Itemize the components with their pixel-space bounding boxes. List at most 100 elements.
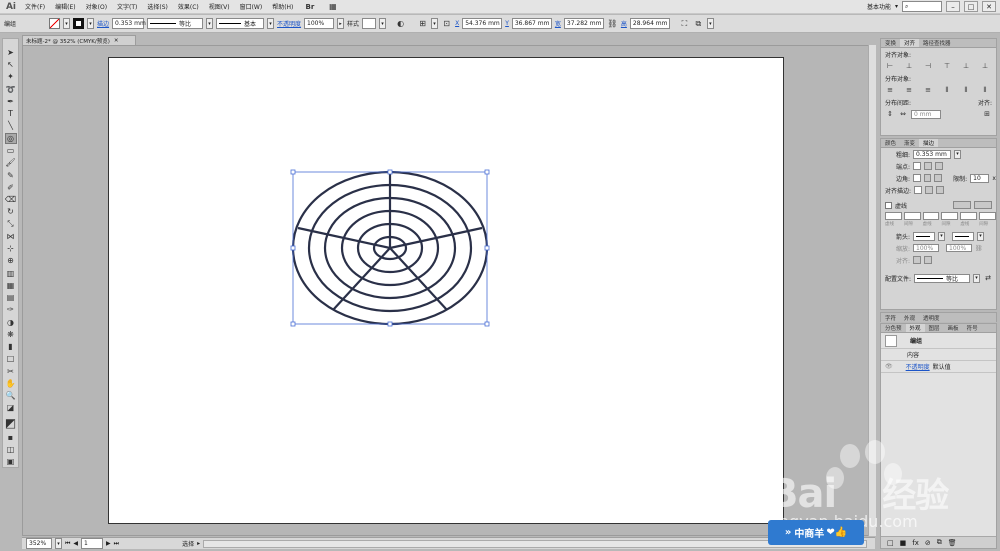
workspace-dropdown-icon[interactable]: ▾ (895, 3, 898, 10)
tab-character[interactable]: 字符 (881, 313, 900, 322)
hand-tool-icon[interactable]: ✋ (5, 378, 17, 389)
gradient-tool-icon[interactable]: ▤ (5, 292, 17, 303)
screen-mode-icon[interactable]: ▣ (5, 456, 17, 467)
distribute-top-icon[interactable]: ≡ (885, 85, 895, 95)
arrow-scale-start[interactable]: 100% (913, 244, 940, 252)
slice-tool-icon[interactable]: ✂ (5, 366, 17, 377)
menu-help[interactable]: 帮助(H) (267, 2, 298, 11)
profile-field[interactable]: 等比 (914, 273, 971, 283)
weight-dropdown-icon[interactable]: ▾ (954, 149, 962, 159)
minimize-button[interactable]: – (946, 1, 960, 12)
paintbrush-tool-icon[interactable]: 🖌 (5, 158, 17, 169)
direct-selection-tool-icon[interactable]: ↖ (5, 59, 17, 70)
align-to-selection-icon[interactable]: ⊞ (982, 109, 992, 119)
pen-tool-icon[interactable]: ✒ (5, 96, 17, 107)
dash-field-1[interactable] (885, 211, 902, 220)
graphic-style-swatch[interactable] (362, 18, 377, 29)
align-right-icon[interactable]: ⊣ (923, 61, 933, 71)
align-stroke-center-icon[interactable] (914, 186, 923, 194)
maximize-button[interactable]: □ (964, 1, 978, 12)
align-dropdown-icon[interactable]: ▾ (431, 18, 439, 29)
projecting-cap-icon[interactable] (935, 162, 944, 170)
tab-symbols[interactable]: 符号 (963, 324, 982, 332)
miter-join-icon[interactable] (913, 174, 921, 182)
link-proportions-icon[interactable]: ⛓ (607, 18, 618, 29)
arrowhead-end-dropdown-icon[interactable]: ▾ (977, 231, 985, 241)
dash-align-icon[interactable] (974, 201, 992, 209)
stroke-label-link[interactable]: 描边 (97, 19, 109, 28)
last-artboard-icon[interactable]: ⏭ (114, 540, 119, 548)
opacity-label-link[interactable]: 不透明度 (277, 19, 301, 28)
search-field[interactable]: ⌕ (902, 1, 942, 12)
tab-separations-preview[interactable]: 分色预 (881, 324, 906, 332)
artboard-number-field[interactable]: 1 (81, 538, 104, 549)
tab-appearance[interactable]: 外观 (905, 324, 925, 332)
type-tool-icon[interactable]: T (5, 108, 17, 119)
menu-file[interactable]: 文件(F) (20, 2, 50, 11)
round-cap-icon[interactable] (924, 162, 933, 170)
brush-dropdown-icon[interactable]: ▾ (267, 18, 275, 29)
opacity-field[interactable]: 100% (304, 18, 335, 29)
brush-definition[interactable]: 基本 (216, 18, 265, 29)
mesh-tool-icon[interactable]: ▦ (5, 280, 17, 291)
align-options-icon[interactable]: ⊞ (417, 18, 428, 29)
close-button[interactable]: ✕ (982, 1, 996, 12)
document-tab[interactable]: 未标题-2* @ 352% (CMYK/预览) ✕ (22, 35, 136, 45)
scale-tool-icon[interactable]: ⤡ (5, 219, 17, 230)
color-mode-icons[interactable]: ▪ (5, 432, 17, 443)
tab-transform[interactable]: 变换 (881, 39, 900, 47)
arrange-documents-icon[interactable]: ▦ (327, 1, 338, 12)
variable-width-profile[interactable]: 等比 (147, 18, 204, 29)
symbol-sprayer-tool-icon[interactable]: ❋ (5, 329, 17, 340)
align-stroke-outside-icon[interactable] (936, 186, 945, 194)
dash-preserve-icon[interactable] (953, 201, 971, 209)
tab-layers[interactable]: 图层 (925, 324, 944, 332)
first-artboard-icon[interactable]: ⏮ (65, 540, 70, 548)
width-field[interactable]: 37.282 mm (563, 18, 604, 29)
status-menu-icon[interactable]: ▸ (197, 540, 200, 547)
gap-field-2[interactable] (941, 211, 959, 220)
gap-field-1[interactable] (903, 211, 921, 220)
arrowhead-end[interactable] (952, 231, 975, 241)
menu-view[interactable]: 视图(V) (204, 2, 235, 11)
y-label[interactable]: Y (505, 20, 509, 27)
spacing-field[interactable]: 0 mm (911, 109, 941, 119)
menu-object[interactable]: 对象(O) (81, 2, 112, 11)
fill-dropdown-icon[interactable]: ▾ (63, 18, 71, 29)
perspective-grid-tool-icon[interactable]: ▥ (5, 268, 17, 279)
tab-stroke[interactable]: 描边 (919, 139, 939, 147)
align-bottom-icon[interactable]: ⊥ (980, 61, 990, 71)
align-hcenter-icon[interactable]: ⊥ (904, 61, 914, 71)
profile-dropdown-icon[interactable]: ▾ (206, 18, 214, 29)
arrowhead-start-dropdown-icon[interactable]: ▾ (938, 231, 946, 241)
eraser-tool-icon[interactable]: ⌫ (5, 194, 17, 205)
distribute-right-icon[interactable]: ⫴ (980, 85, 990, 95)
dashed-checkbox[interactable] (885, 201, 892, 209)
align-left-icon[interactable]: ⊢ (885, 61, 895, 71)
reference-point-icon[interactable]: ⊡ (441, 18, 452, 29)
magic-wand-tool-icon[interactable]: ✦ (5, 72, 17, 83)
eyedropper-tool-icon[interactable]: ✑ (5, 305, 17, 316)
menu-edit[interactable]: 编辑(E) (50, 2, 80, 11)
polar-grid-artwork[interactable] (280, 162, 500, 334)
fill-swatch[interactable] (49, 18, 61, 29)
round-join-icon[interactable] (923, 174, 932, 182)
width-label[interactable]: 宽 (555, 19, 561, 28)
zoom-tool-icon[interactable]: 🔍 (5, 390, 17, 401)
distribute-hcenter-icon[interactable]: ⫴ (961, 85, 971, 95)
profile-panel-dropdown-icon[interactable]: ▾ (973, 273, 981, 283)
selection-tool-icon[interactable]: ➤ (5, 47, 17, 58)
pencil-tool-icon[interactable]: ✎ (5, 170, 17, 181)
prev-artboard-icon[interactable]: ◀ (73, 540, 78, 547)
menu-type[interactable]: 文字(T) (112, 2, 142, 11)
transform-icon[interactable]: ⛶ (679, 18, 690, 29)
blob-brush-tool-icon[interactable]: ✐ (5, 182, 17, 193)
stroke-swatch[interactable] (73, 18, 85, 29)
artboard-tool-icon[interactable]: □ (5, 354, 17, 365)
drawing-mode-icon[interactable]: ◫ (5, 444, 17, 455)
arrow-place-icon[interactable] (924, 256, 933, 264)
height-field[interactable]: 28.964 mm (629, 18, 670, 29)
tab-pathfinder[interactable]: 路径查找器 (919, 39, 955, 47)
tab-gradient[interactable]: 渐变 (900, 139, 919, 147)
tab-color[interactable]: 颜色 (881, 139, 900, 147)
